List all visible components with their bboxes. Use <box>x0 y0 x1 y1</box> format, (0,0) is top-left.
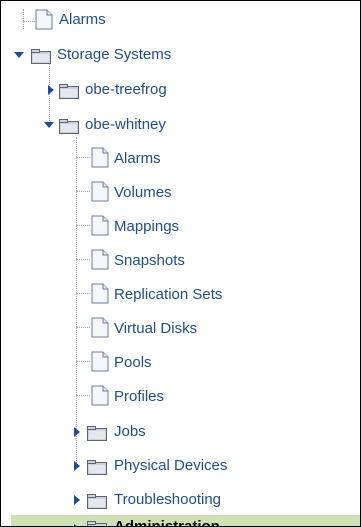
document-icon <box>91 351 109 376</box>
document-icon <box>91 215 109 240</box>
tree-item-pools[interactable]: Pools <box>1 351 360 375</box>
tree-item-label: Storage Systems <box>57 46 172 63</box>
tree-item-alarms[interactable]: Alarms <box>1 9 360 33</box>
expand-toggle[interactable] <box>71 488 83 512</box>
tree-item-obe-whitney[interactable]: obe-whitney <box>1 113 360 137</box>
chevron-right-icon <box>74 461 80 471</box>
folder-icon <box>87 426 107 445</box>
tree-item-label: Physical Devices <box>114 457 228 474</box>
folder-icon <box>31 49 51 68</box>
tree-item-virtual-disks[interactable]: Virtual Disks <box>1 317 360 341</box>
navigation-tree: Alarms Storage Systems obe-treefrog obe-… <box>0 0 361 527</box>
document-icon <box>91 317 109 342</box>
tree-item-alarms[interactable]: Alarms <box>1 147 360 171</box>
tree-item-label: Volumes <box>114 184 172 201</box>
expand-toggle[interactable] <box>71 517 83 526</box>
tree-item-replication-sets[interactable]: Replication Sets <box>1 283 360 307</box>
chevron-right-icon <box>74 495 80 505</box>
tree-item-label: Replication Sets <box>114 286 223 303</box>
tree-item-label: Virtual Disks <box>114 320 198 337</box>
document-icon <box>91 385 109 410</box>
tree-item-label: Alarms <box>114 150 161 167</box>
folder-icon <box>87 521 107 526</box>
document-icon <box>91 249 109 274</box>
folder-icon <box>59 84 79 103</box>
document-icon <box>91 283 109 308</box>
tree-item-label: Alarms <box>59 11 106 28</box>
folder-icon <box>87 494 107 513</box>
tree-item-label: Profiles <box>114 388 165 405</box>
folder-icon <box>59 119 79 138</box>
chevron-down-icon <box>14 52 24 58</box>
tree-item-volumes[interactable]: Volumes <box>1 181 360 205</box>
document-icon <box>91 181 109 206</box>
chevron-down-icon <box>44 122 54 128</box>
tree-item-label: Jobs <box>114 423 146 440</box>
tree-item-label: Mappings <box>114 218 180 235</box>
tree-item-storage-systems[interactable]: Storage Systems <box>1 43 360 67</box>
tree-item-obe-treefrog[interactable]: obe-treefrog <box>1 78 360 102</box>
tree-item-label: Pools <box>114 354 152 371</box>
chevron-right-icon <box>74 427 80 437</box>
tree-item-label: obe-whitney <box>85 116 166 133</box>
tree-item-mappings[interactable]: Mappings <box>1 215 360 239</box>
tree-item-label: Snapshots <box>114 252 185 269</box>
expand-toggle[interactable] <box>43 113 55 137</box>
expand-toggle[interactable] <box>13 43 25 67</box>
tree-item-troubleshooting[interactable]: Troubleshooting <box>1 488 360 512</box>
tree-item-label: obe-treefrog <box>85 81 167 98</box>
tree-item-jobs[interactable]: Jobs <box>1 420 360 444</box>
expand-toggle[interactable] <box>71 420 83 444</box>
tree-item-label: Troubleshooting <box>114 491 222 508</box>
document-icon <box>91 147 109 172</box>
tree-item-profiles[interactable]: Profiles <box>1 385 360 409</box>
folder-icon <box>87 460 107 479</box>
expand-toggle[interactable] <box>45 78 57 102</box>
tree-item-physical-devices[interactable]: Physical Devices <box>1 454 360 478</box>
document-icon <box>35 9 53 34</box>
chevron-right-icon <box>48 85 54 95</box>
expand-toggle[interactable] <box>71 454 83 478</box>
tree-item-administration[interactable]: Administration <box>11 515 360 527</box>
tree-item-label: Administration <box>114 518 220 527</box>
tree-item-snapshots[interactable]: Snapshots <box>1 249 360 273</box>
